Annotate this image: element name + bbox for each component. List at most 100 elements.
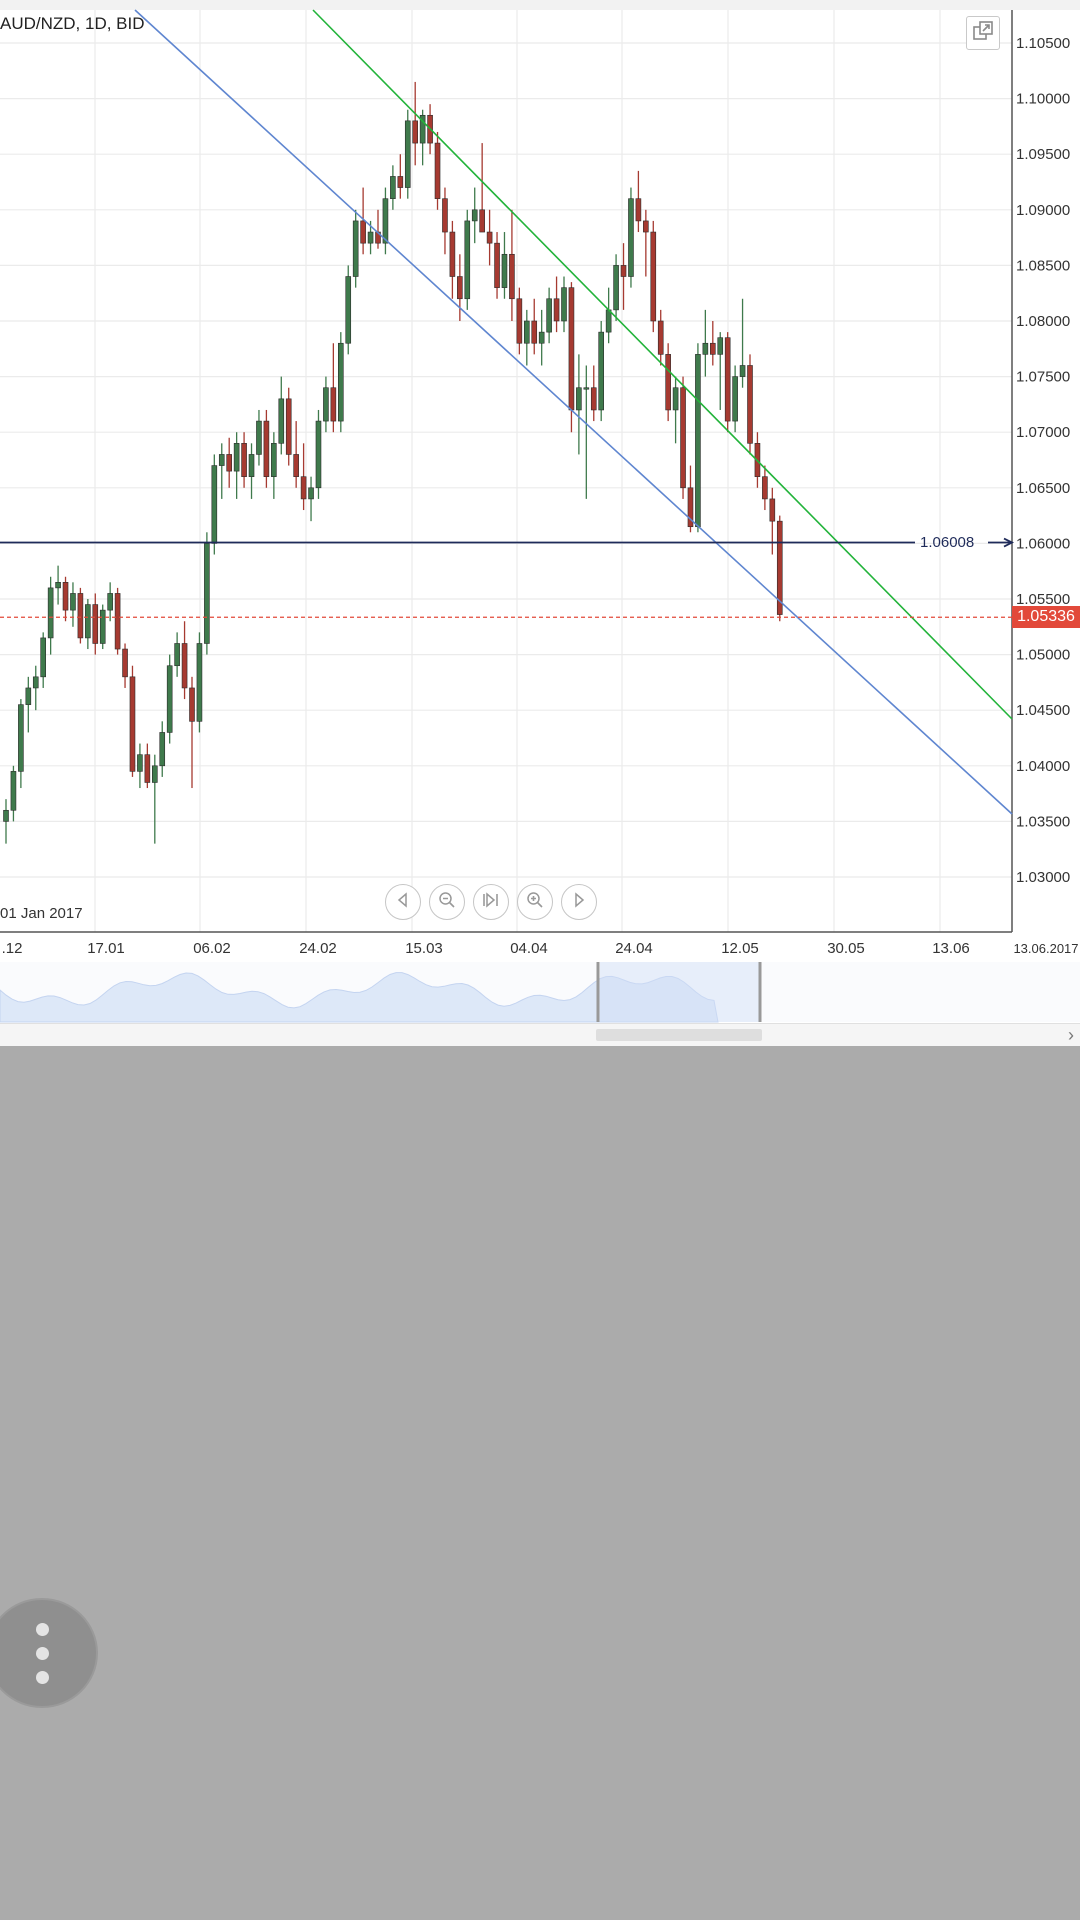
candle-body xyxy=(308,487,314,500)
candle-body xyxy=(762,476,768,500)
horizontal-line-label: 1.06008 xyxy=(920,533,975,551)
candle-body xyxy=(672,387,679,411)
candle-body xyxy=(3,809,9,822)
candle-body xyxy=(717,337,724,355)
y-tick-label: 1.04500 xyxy=(1016,702,1070,719)
popout-icon xyxy=(972,20,994,47)
candle-body xyxy=(494,242,500,288)
candle-body xyxy=(18,704,24,772)
candle-body xyxy=(114,593,121,650)
candle-body xyxy=(382,198,389,244)
start-date-label: 01 Jan 2017 xyxy=(0,905,83,922)
candle-body xyxy=(449,231,456,277)
current-price-tag: 1.05336 xyxy=(1012,606,1080,629)
candle-body xyxy=(40,637,47,678)
candle-body xyxy=(523,320,530,344)
candle-body xyxy=(181,643,188,689)
y-tick-label: 1.06500 xyxy=(1016,480,1070,497)
scroll-left-button[interactable] xyxy=(385,884,421,920)
candle-body xyxy=(538,331,545,344)
candle-body xyxy=(352,220,359,277)
candle-body xyxy=(99,609,106,644)
candle-body xyxy=(590,387,597,411)
candle-body xyxy=(77,593,84,639)
candle-body xyxy=(137,754,143,772)
y-tick-label: 1.03500 xyxy=(1016,813,1070,830)
candle-body xyxy=(390,176,396,199)
candle-body xyxy=(233,443,240,472)
candle-body xyxy=(635,198,642,222)
x-tick-label: 24.04 xyxy=(615,940,653,957)
candle-body xyxy=(546,298,552,333)
zoom-in-button[interactable] xyxy=(517,884,553,920)
y-tick-label: 1.08000 xyxy=(1016,313,1070,330)
candle-body xyxy=(337,342,344,422)
candle-body xyxy=(516,298,523,344)
candle-body xyxy=(107,593,113,611)
x-tick-label: 17.01 xyxy=(87,940,125,957)
candle-body xyxy=(486,231,493,244)
candle-body xyxy=(605,309,612,333)
zoom-out-icon xyxy=(438,891,456,914)
candle-body xyxy=(412,120,419,144)
candle-body xyxy=(695,354,701,528)
trend-line-green xyxy=(312,9,1013,720)
x-tick-label: 24.02 xyxy=(299,940,337,957)
candle-body xyxy=(657,320,664,355)
candle-body xyxy=(404,120,411,188)
candle-body xyxy=(561,287,567,322)
candle-body xyxy=(747,365,753,444)
x-tick-label: 30.05 xyxy=(827,940,865,957)
candle-body xyxy=(442,198,448,233)
candle-body xyxy=(218,454,225,466)
candle-body xyxy=(509,253,515,300)
zoom-out-button[interactable] xyxy=(429,884,465,920)
candle-body xyxy=(598,331,605,411)
chart-panel[interactable]: 1.10500 1.10000 1.09500 1.09000 1.08500 1.080… xyxy=(0,0,1080,1046)
candle-body xyxy=(285,398,292,455)
y-tick-label: 1.10500 xyxy=(1016,35,1070,52)
candle-body xyxy=(152,765,158,783)
candle-body xyxy=(256,420,262,455)
candle-body xyxy=(568,287,575,411)
candle-body xyxy=(367,231,374,244)
candle-body xyxy=(10,771,17,811)
candle-body xyxy=(501,253,508,288)
x-tick-label: 12.05 xyxy=(721,940,759,957)
arrow-right-icon xyxy=(571,891,587,913)
candle-body xyxy=(70,593,76,611)
candle-body xyxy=(92,604,99,644)
popout-button[interactable] xyxy=(966,16,1000,50)
scrollbar-thumb[interactable] xyxy=(596,1029,762,1041)
candle-body xyxy=(457,276,463,300)
x-tick-label: 15.03 xyxy=(405,940,443,957)
reset-view-button[interactable] xyxy=(473,884,509,920)
candle-body xyxy=(293,454,299,477)
x-tick-label: .12 xyxy=(2,940,23,957)
scroll-right-button[interactable] xyxy=(561,884,597,920)
candle-body xyxy=(189,687,195,722)
horizontal-scrollbar[interactable]: › xyxy=(0,1023,1080,1046)
y-tick-label: 1.05000 xyxy=(1016,647,1070,664)
candle-body xyxy=(643,220,649,233)
navigator-window xyxy=(600,962,760,1022)
candle-body xyxy=(397,176,404,188)
candle-body xyxy=(479,209,485,233)
y-tick-label: 1.07000 xyxy=(1016,424,1070,441)
chevron-right-icon[interactable]: › xyxy=(1068,1025,1074,1046)
candle-body xyxy=(55,582,61,589)
candle-body xyxy=(628,198,634,277)
candle-body xyxy=(47,587,54,639)
menu-button[interactable] xyxy=(0,1598,98,1708)
x-tick-label: 06.02 xyxy=(193,940,231,957)
candle-body xyxy=(724,337,731,422)
candle-body xyxy=(129,676,136,772)
candle-body xyxy=(576,387,582,411)
x-tick-label: 04.04 xyxy=(510,940,548,957)
x-tick-label: 13.06.2017 xyxy=(1013,941,1078,956)
candle-body xyxy=(263,420,270,477)
candle-body xyxy=(204,543,210,644)
candle-body xyxy=(665,354,671,411)
y-tick-label: 1.10000 xyxy=(1016,91,1070,108)
candle-body xyxy=(62,582,69,611)
